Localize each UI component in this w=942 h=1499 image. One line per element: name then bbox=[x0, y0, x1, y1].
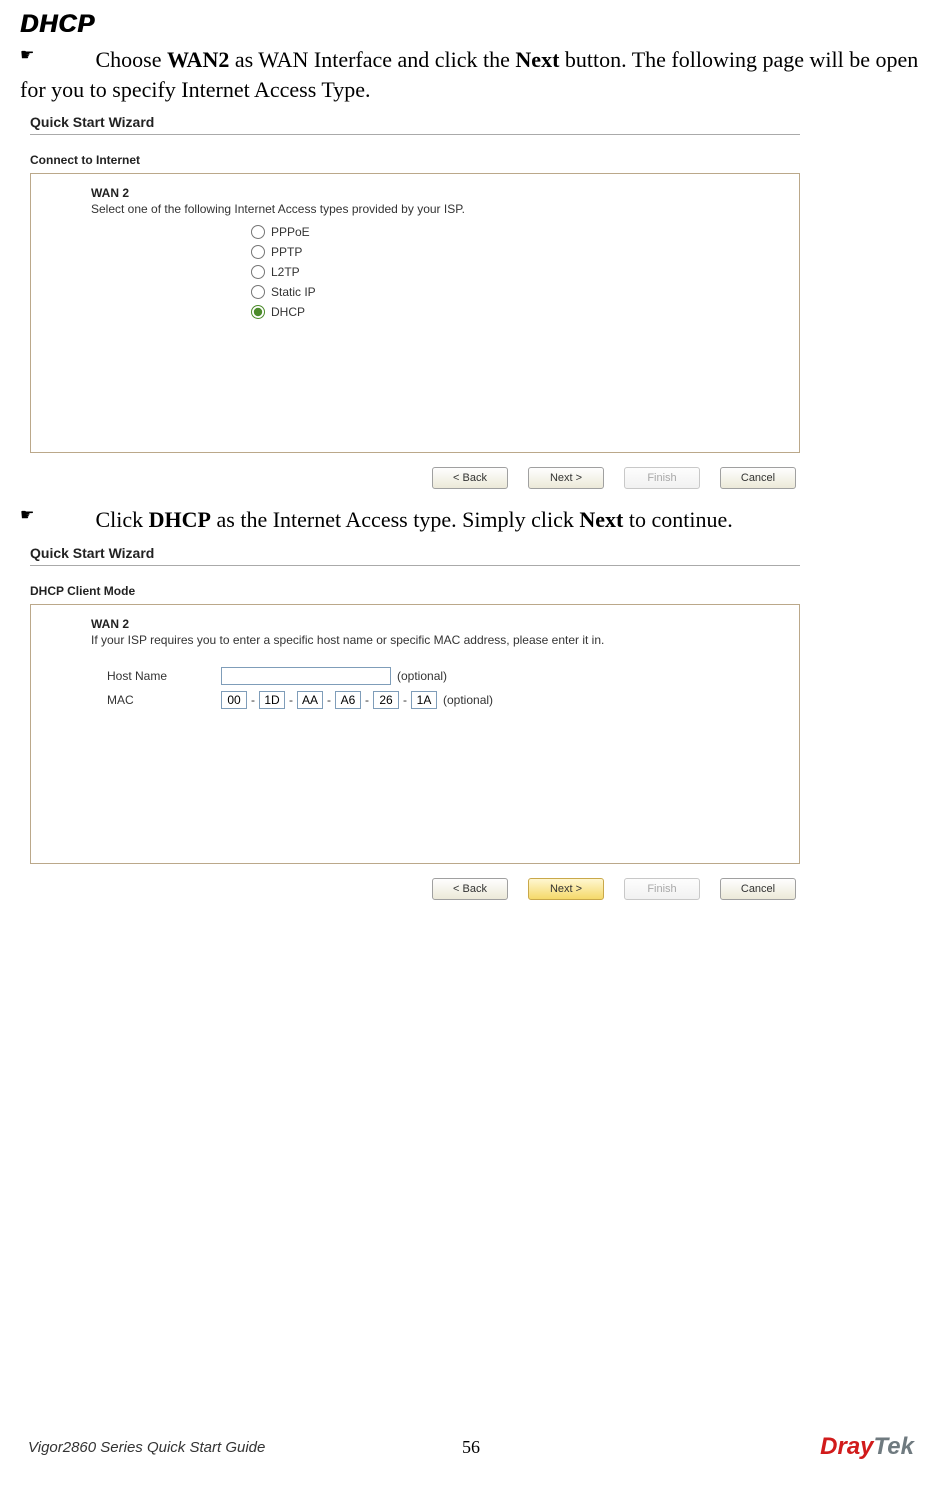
step2-dhcp: DHCP bbox=[149, 507, 211, 532]
cancel-button[interactable]: Cancel bbox=[720, 878, 796, 900]
mac-input-1[interactable] bbox=[259, 691, 285, 709]
step2-next: Next bbox=[579, 507, 623, 532]
finish-button: Finish bbox=[624, 467, 700, 489]
back-button[interactable]: < Back bbox=[432, 878, 508, 900]
finish-button: Finish bbox=[624, 878, 700, 900]
step2-text-mid: as the Internet Access type. Simply clic… bbox=[211, 507, 579, 532]
wizard1-radio-group: PPPoE PPTP L2TP Static IP DHCP bbox=[251, 222, 785, 322]
wizard1-prompt: Select one of the following Internet Acc… bbox=[91, 202, 785, 216]
step1-next: Next bbox=[515, 47, 559, 72]
step2-instruction: ☛ Click DHCP as the Internet Access type… bbox=[20, 505, 922, 535]
radio-input-pptp[interactable] bbox=[251, 245, 265, 259]
mac-input-3[interactable] bbox=[335, 691, 361, 709]
step1-icon: ☛ bbox=[20, 45, 90, 67]
step2-text-pre: Click bbox=[96, 507, 149, 532]
wizard2: Quick Start Wizard DHCP Client Mode WAN … bbox=[30, 545, 800, 900]
mac-input-5[interactable] bbox=[411, 691, 437, 709]
radio-input-pppoe[interactable] bbox=[251, 225, 265, 239]
mac-row: MAC - - - - - (optional) bbox=[107, 691, 785, 709]
radio-label-l2tp: L2TP bbox=[271, 265, 300, 279]
step1-text-pre: Choose bbox=[96, 47, 168, 72]
back-button[interactable]: < Back bbox=[432, 467, 508, 489]
radio-input-l2tp[interactable] bbox=[251, 265, 265, 279]
wizard2-wan: WAN 2 bbox=[91, 617, 785, 631]
next-button[interactable]: Next > bbox=[528, 467, 604, 489]
host-optional: (optional) bbox=[397, 669, 447, 683]
wizard2-buttons: < Back Next > Finish Cancel bbox=[30, 878, 800, 900]
radio-staticip[interactable]: Static IP bbox=[251, 282, 785, 302]
step1-text-mid: as WAN Interface and click the bbox=[229, 47, 515, 72]
step1-wan2: WAN2 bbox=[167, 47, 229, 72]
page-footer: 56 Vigor2860 Series Quick Start Guide Dr… bbox=[0, 1433, 942, 1461]
page-number: 56 bbox=[0, 1437, 942, 1458]
mac-input-0[interactable] bbox=[221, 691, 247, 709]
section-title: DHCP bbox=[20, 10, 922, 39]
radio-label-dhcp: DHCP bbox=[271, 305, 305, 319]
wizard1-buttons: < Back Next > Finish Cancel bbox=[30, 467, 800, 489]
step1-instruction: ☛ Choose WAN2 as WAN Interface and click… bbox=[20, 45, 922, 104]
mac-label: MAC bbox=[107, 693, 217, 707]
radio-label-pptp: PPTP bbox=[271, 245, 302, 259]
radio-label-staticip: Static IP bbox=[271, 285, 316, 299]
next-button[interactable]: Next > bbox=[528, 878, 604, 900]
step2-icon: ☛ bbox=[20, 505, 90, 527]
wizard2-panel: WAN 2 If your ISP requires you to enter … bbox=[30, 604, 800, 864]
wizard2-subtitle: DHCP Client Mode bbox=[30, 584, 800, 598]
radio-dhcp[interactable]: DHCP bbox=[251, 302, 785, 322]
cancel-button[interactable]: Cancel bbox=[720, 467, 796, 489]
radio-pptp[interactable]: PPTP bbox=[251, 242, 785, 262]
radio-input-staticip[interactable] bbox=[251, 285, 265, 299]
wizard2-prompt: If your ISP requires you to enter a spec… bbox=[91, 633, 711, 647]
wizard1-subtitle: Connect to Internet bbox=[30, 153, 800, 167]
wizard2-title: Quick Start Wizard bbox=[30, 545, 800, 561]
mac-optional: (optional) bbox=[443, 693, 493, 707]
mac-input-2[interactable] bbox=[297, 691, 323, 709]
radio-input-dhcp[interactable] bbox=[251, 305, 265, 319]
hr bbox=[30, 565, 800, 566]
step2-text-post: to continue. bbox=[623, 507, 732, 532]
hr bbox=[30, 134, 800, 135]
radio-l2tp[interactable]: L2TP bbox=[251, 262, 785, 282]
wizard1-panel: WAN 2 Select one of the following Intern… bbox=[30, 173, 800, 453]
mac-input-4[interactable] bbox=[373, 691, 399, 709]
host-name-label: Host Name bbox=[107, 669, 217, 683]
wizard1: Quick Start Wizard Connect to Internet W… bbox=[30, 114, 800, 489]
wizard1-wan: WAN 2 bbox=[91, 186, 785, 200]
radio-label-pppoe: PPPoE bbox=[271, 225, 310, 239]
host-name-row: Host Name (optional) bbox=[107, 667, 785, 685]
host-name-input[interactable] bbox=[221, 667, 391, 685]
radio-pppoe[interactable]: PPPoE bbox=[251, 222, 785, 242]
wizard1-title: Quick Start Wizard bbox=[30, 114, 800, 130]
